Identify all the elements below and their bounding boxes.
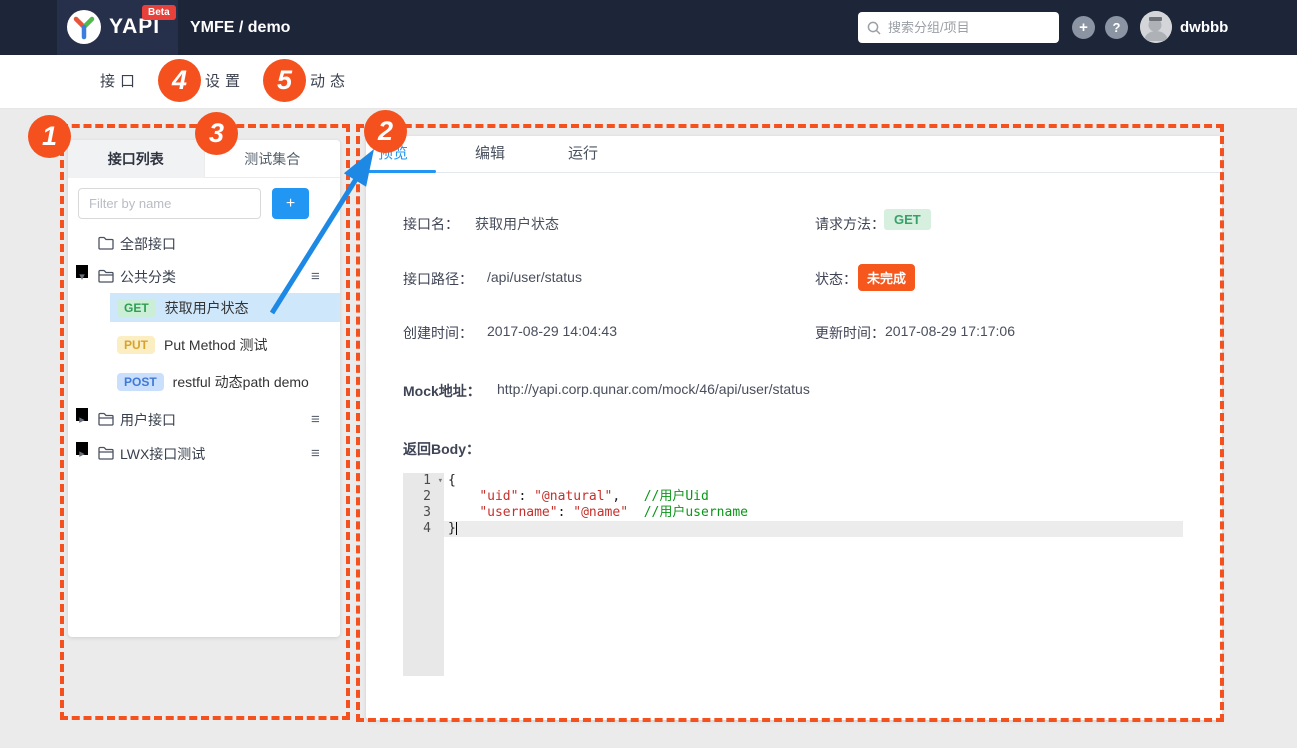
beta-badge: Beta (142, 5, 176, 20)
folder-icon (98, 412, 114, 426)
field-value-path: /api/user/status (487, 269, 582, 285)
help-button[interactable]: ? (1105, 16, 1128, 39)
field-label-return-body: 返回Body： (403, 439, 480, 459)
editor-gutter: 1▾234 (403, 473, 444, 676)
field-label-status: 状态： (815, 269, 857, 289)
add-interface-button[interactable]: + (272, 188, 309, 219)
field-value-created: 2017-08-29 14:04:43 (487, 323, 617, 339)
annotation-badge-5: 5 (263, 59, 306, 102)
caret-right-icon[interactable]: ▸ (76, 442, 88, 455)
yapi-logo-icon (67, 10, 101, 44)
field-value-name: 获取用户状态 (475, 214, 559, 234)
method-badge-put: PUT (117, 336, 155, 354)
annotation-badge-1: 1 (28, 115, 71, 158)
folder-icon (98, 236, 114, 250)
method-value-badge: GET (884, 209, 931, 230)
field-label-created: 创建时间： (403, 323, 473, 343)
username[interactable]: dwbbb (1180, 0, 1228, 55)
annotation-badge-4: 4 (158, 59, 201, 102)
filter-row: + (68, 188, 340, 219)
interface-detail-panel: 预览 编辑 运行 接口名： 获取用户状态 请求方法： GET 接口路径： /ap… (366, 136, 1222, 720)
active-tab-indicator (366, 170, 436, 173)
field-label-method: 请求方法： (815, 214, 885, 234)
tree-group-lwx-test[interactable]: ▸ LWX接口测试 ≡ (68, 442, 340, 466)
response-body-editor[interactable]: 1▾234 { "uid": "@natural", //用户Uid "user… (403, 473, 1183, 676)
group-menu-icon[interactable]: ≡ (311, 265, 320, 289)
breadcrumb[interactable]: YMFE / demo (190, 0, 290, 55)
detail-tabs: 预览 编辑 运行 (366, 136, 1222, 173)
logo-block[interactable]: YAPI Beta (57, 0, 178, 55)
annotation-badge-2: 2 (364, 110, 407, 153)
folder-icon (98, 446, 114, 460)
tree-group-user-api[interactable]: ▸ 用户接口 ≡ (68, 408, 340, 432)
field-value-updated: 2017-08-29 17:17:06 (885, 323, 1015, 339)
top-navbar: YAPI Beta YMFE / demo + ? dwbbb (0, 0, 1297, 55)
folder-open-icon (98, 269, 114, 283)
subnav-item-activity[interactable]: 动态 (310, 55, 350, 109)
search-icon (867, 21, 881, 35)
navbar-search (858, 12, 1059, 43)
caret-down-icon[interactable]: ▾ (76, 265, 88, 278)
tab-interface-list[interactable]: 接口列表 (68, 140, 204, 178)
filter-input[interactable] (78, 188, 261, 219)
field-label-name: 接口名： (403, 214, 459, 234)
tree-group-public[interactable]: ▾ 公共分类 ≡ (68, 265, 340, 289)
field-value-mock-url: http://yapi.corp.qunar.com/mock/46/api/u… (497, 381, 810, 397)
subnav-item-settings[interactable]: 设置 (205, 55, 245, 109)
tree-item-restful-path-demo[interactable]: POST restful 动态path demo (110, 367, 340, 396)
avatar[interactable] (1140, 11, 1172, 43)
method-badge-post: POST (117, 373, 164, 391)
search-input[interactable] (888, 20, 1048, 35)
field-label-updated: 更新时间： (815, 323, 885, 343)
interface-sidebar: 接口列表 测试集合 + 全部接口 ▾ 公共分类 ≡ GET 获取用户状态 PUT… (68, 140, 340, 637)
tab-run[interactable]: 运行 (568, 136, 598, 172)
subnav-item-interface[interactable]: 接口 (100, 55, 140, 109)
tab-edit[interactable]: 编辑 (475, 136, 505, 172)
tree-item-all-interfaces[interactable]: 全部接口 (68, 232, 340, 256)
group-menu-icon[interactable]: ≡ (311, 442, 320, 466)
group-menu-icon[interactable]: ≡ (311, 408, 320, 432)
editor-code: { "uid": "@natural", //用户Uid "username":… (444, 473, 1183, 676)
caret-right-icon[interactable]: ▸ (76, 408, 88, 421)
tree-item-get-user-status[interactable]: GET 获取用户状态 (110, 293, 340, 322)
field-label-path: 接口路径： (403, 269, 473, 289)
status-badge: 未完成 (858, 264, 915, 291)
annotation-badge-3: 3 (195, 112, 238, 155)
field-label-mock: Mock地址： (403, 381, 481, 401)
add-project-button[interactable]: + (1072, 16, 1095, 39)
tree-item-put-method-test[interactable]: PUT Put Method 测试 (110, 330, 340, 359)
method-badge-get: GET (117, 299, 156, 317)
